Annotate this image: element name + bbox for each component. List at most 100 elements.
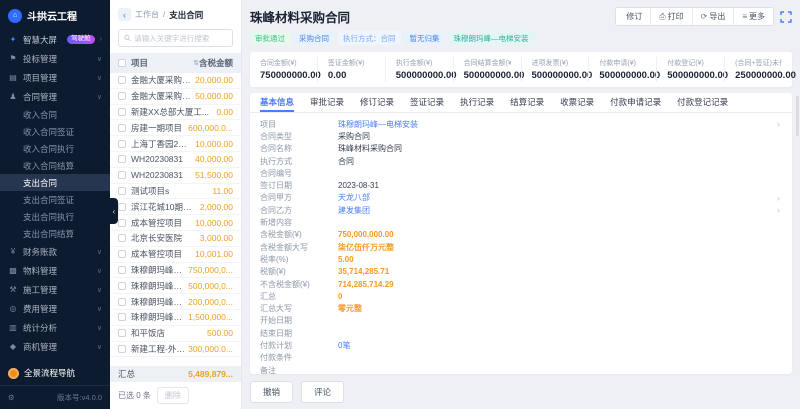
sidebar-subitem[interactable]: 收入合同结算 <box>0 157 110 174</box>
chevron-right-icon[interactable]: › <box>777 193 782 203</box>
search-input[interactable] <box>134 34 227 43</box>
list-item[interactable]: 新建工程-外-测试 300,000.0... <box>110 342 241 358</box>
delete-button[interactable]: 删除 <box>157 387 189 404</box>
field-row: 合同甲方 天龙八部 › <box>260 192 782 204</box>
row-checkbox[interactable] <box>118 313 126 321</box>
sidebar-subitem[interactable]: 收入合同执行 <box>0 140 110 157</box>
row-checkbox[interactable] <box>118 298 126 306</box>
logo: ⌂ 斗拱云工程 <box>0 0 110 30</box>
sidebar-group-item[interactable]: ⚑ 投标管理 ∨ <box>0 49 110 68</box>
sidebar-item-process-navigation[interactable]: 全景流程导航 <box>0 361 110 385</box>
stat-item: 付款登记(¥) 500000000.00 <box>656 57 724 82</box>
list-item[interactable]: 新建XX总部大厦工... 0.00 <box>110 105 241 121</box>
footer-button[interactable]: 撤销 <box>250 381 293 403</box>
action-button[interactable]: ≡ 更多 <box>733 8 773 25</box>
row-checkbox[interactable] <box>118 76 126 84</box>
row-checkbox[interactable] <box>118 219 126 227</box>
list-item[interactable]: 滨江花城10期项目-... 2,000.00 <box>110 199 241 215</box>
row-checkbox[interactable] <box>118 108 126 116</box>
field-row: 合同编号 <box>260 167 782 179</box>
breadcrumb-root[interactable]: 工作台 <box>135 9 159 20</box>
row-checkbox[interactable] <box>118 171 126 179</box>
list-item[interactable]: 珠穆朗玛峰—电梯... 1,500,000... <box>110 310 241 326</box>
sidebar-item-label: 投标管理 <box>23 53 92 65</box>
tab-item[interactable]: 付款登记记录 <box>677 93 728 112</box>
row-checkbox[interactable] <box>118 124 126 132</box>
sidebar-subitem[interactable]: 收入合同 <box>0 106 110 123</box>
sidebar-item-dashboard[interactable]: ✦ 智慧大屏 驾驶舱 › <box>0 30 110 49</box>
chevron-right-icon[interactable]: › <box>777 205 782 215</box>
field-value: 0笔 <box>338 340 780 351</box>
row-checkbox[interactable] <box>118 140 126 148</box>
list-item[interactable]: 珠穆朗玛峰—电梯... 750,000,0... <box>110 263 241 279</box>
amount-value: 50,000.00 <box>195 91 233 101</box>
field-row: 付款计划 0笔 <box>260 339 782 351</box>
sidebar-group-contract[interactable]: ♟ 合同管理 ∨ <box>0 87 110 106</box>
sidebar-group-item[interactable]: ◎ 费用管理 ∨ <box>0 299 110 318</box>
row-checkbox[interactable] <box>118 203 126 211</box>
tab-item[interactable]: 执行记录 <box>460 93 494 112</box>
sidebar-subitem[interactable]: 支出合同签证 <box>0 191 110 208</box>
sidebar-subitem-label: 收入合同执行 <box>23 143 74 155</box>
action-button-icon: ≡ <box>742 12 747 21</box>
sidebar-group-item[interactable]: ▩ 物料管理 ∨ <box>0 261 110 280</box>
tab-item[interactable]: 结算记录 <box>510 93 544 112</box>
action-button[interactable]: ⎙ 打印 <box>650 8 691 25</box>
list-item[interactable]: 和平饭店 500.00 <box>110 326 241 342</box>
list-item[interactable]: 珠穆朗玛峰—电梯... 200,000,0... <box>110 294 241 310</box>
list-item[interactable]: 成本管控项目 10,001.00 <box>110 247 241 263</box>
field-row: 含税金额大写 柒亿伍仟万元整 <box>260 241 782 253</box>
sidebar-collapse-handle[interactable]: ‹ <box>110 198 118 224</box>
settings-gear-icon[interactable]: ⚙ <box>8 393 15 402</box>
amount-value: 0.00 <box>216 107 233 117</box>
list-item[interactable]: WH20230831 51,500.00 <box>110 168 241 184</box>
back-button[interactable]: ‹ <box>118 8 131 21</box>
row-checkbox[interactable] <box>118 234 126 242</box>
chevron-right-icon[interactable]: › <box>777 119 782 129</box>
search-box[interactable] <box>118 29 233 47</box>
list-item[interactable]: 房建一期项目 600,000.0... <box>110 120 241 136</box>
scrollbar-thumb[interactable] <box>796 96 799 136</box>
tab-item[interactable]: 审批记录 <box>310 93 344 112</box>
sidebar-group-item[interactable]: ▥ 统计分析 ∨ <box>0 318 110 337</box>
sidebar-group-item[interactable]: ▤ 项目管理 ∨ <box>0 68 110 87</box>
column-header-project[interactable]: 项目 <box>131 57 192 69</box>
row-checkbox[interactable] <box>118 92 126 100</box>
select-all-checkbox[interactable] <box>118 59 126 67</box>
list-item[interactable]: 测试项目s 11.00 <box>110 184 241 200</box>
row-checkbox[interactable] <box>118 250 126 258</box>
sidebar-subitem[interactable]: 支出合同 <box>0 174 110 191</box>
fullscreen-icon[interactable] <box>780 11 792 23</box>
tab-item[interactable]: 收票记录 <box>560 93 594 112</box>
sidebar-subitem[interactable]: 支出合同执行 <box>0 208 110 225</box>
row-checkbox[interactable] <box>118 155 126 163</box>
sidebar-group-item[interactable]: ⚒ 施工管理 ∨ <box>0 280 110 299</box>
row-checkbox[interactable] <box>118 282 126 290</box>
field-value: 0 <box>338 292 780 301</box>
list-item[interactable]: WH20230831 40,000.00 <box>110 152 241 168</box>
field-label: 税率(%) <box>260 254 338 265</box>
list-item[interactable]: 成本管控项目 10,000.00 <box>110 215 241 231</box>
sidebar-subitem[interactable]: 收入合同签证 <box>0 123 110 140</box>
sidebar-group-item[interactable]: ¥ 财务账款 ∨ <box>0 242 110 261</box>
sidebar-group-item[interactable]: ◆ 商机管理 ∨ <box>0 337 110 356</box>
row-checkbox[interactable] <box>118 266 126 274</box>
list-item[interactable]: 上海丁香园2期改造... 10,000.00 <box>110 136 241 152</box>
list-item[interactable]: 金融大厦采购项目 20,000.00 <box>110 73 241 89</box>
project-name: 上海丁香园2期改造... <box>131 138 192 150</box>
list-item[interactable]: 珠穆朗玛峰—电梯... 500,000,0... <box>110 278 241 294</box>
tab-item[interactable]: 修订记录 <box>360 93 394 112</box>
action-button[interactable]: 修订 <box>616 8 650 25</box>
tab-item[interactable]: 基本信息 <box>260 93 294 112</box>
row-checkbox[interactable] <box>118 345 126 353</box>
sidebar-subitem[interactable]: 支出合同结算 <box>0 225 110 242</box>
action-button[interactable]: ⟳ 导出 <box>692 8 734 25</box>
list-item[interactable]: 北京长安医院 3,000.00 <box>110 231 241 247</box>
tab-item[interactable]: 付款申请记录 <box>610 93 661 112</box>
column-header-amount[interactable]: 含税金额 <box>199 57 233 69</box>
row-checkbox[interactable] <box>118 187 126 195</box>
list-item[interactable]: 金融大厦采购项目 50,000.00 <box>110 89 241 105</box>
footer-button[interactable]: 评论 <box>301 381 344 403</box>
row-checkbox[interactable] <box>118 329 126 337</box>
tab-item[interactable]: 签证记录 <box>410 93 444 112</box>
